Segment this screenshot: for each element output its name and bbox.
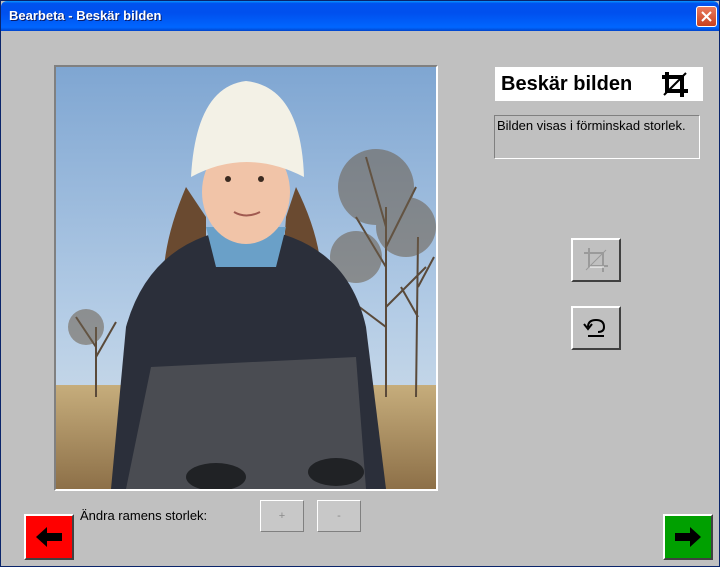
- arrow-right-icon: [675, 527, 701, 547]
- enlarge-frame-button[interactable]: +: [260, 500, 304, 532]
- info-panel: Bilden visas i förminskad storlek.: [494, 115, 700, 159]
- next-button[interactable]: [663, 514, 713, 560]
- crop-button[interactable]: [571, 238, 621, 282]
- undo-button[interactable]: [571, 306, 621, 350]
- arrow-left-icon: [36, 527, 62, 547]
- window-title: Bearbeta - Beskär bilden: [9, 8, 162, 23]
- frame-size-label: Ändra ramens storlek:: [80, 508, 208, 523]
- title-bar[interactable]: Bearbeta - Beskär bilden: [1, 1, 719, 31]
- heading-panel: Beskär bilden: [494, 66, 704, 102]
- crop-icon: [584, 248, 608, 272]
- close-icon: [701, 11, 712, 22]
- crop-icon: [662, 72, 688, 97]
- photo-preview[interactable]: [54, 65, 438, 491]
- undo-icon: [583, 318, 606, 337]
- photo-image: [56, 67, 436, 489]
- page-heading: Beskär bilden: [501, 73, 633, 95]
- shrink-frame-button[interactable]: -: [317, 500, 361, 532]
- back-button[interactable]: [24, 514, 74, 560]
- crop-dialog-window: Bearbeta - Beskär bilden Beskär bilden B…: [0, 0, 720, 567]
- close-button[interactable]: [696, 6, 717, 27]
- dialog-client-area: Beskär bilden Bilden visas i förminskad …: [4, 31, 718, 565]
- info-text: Bilden visas i förminskad storlek.: [497, 118, 686, 133]
